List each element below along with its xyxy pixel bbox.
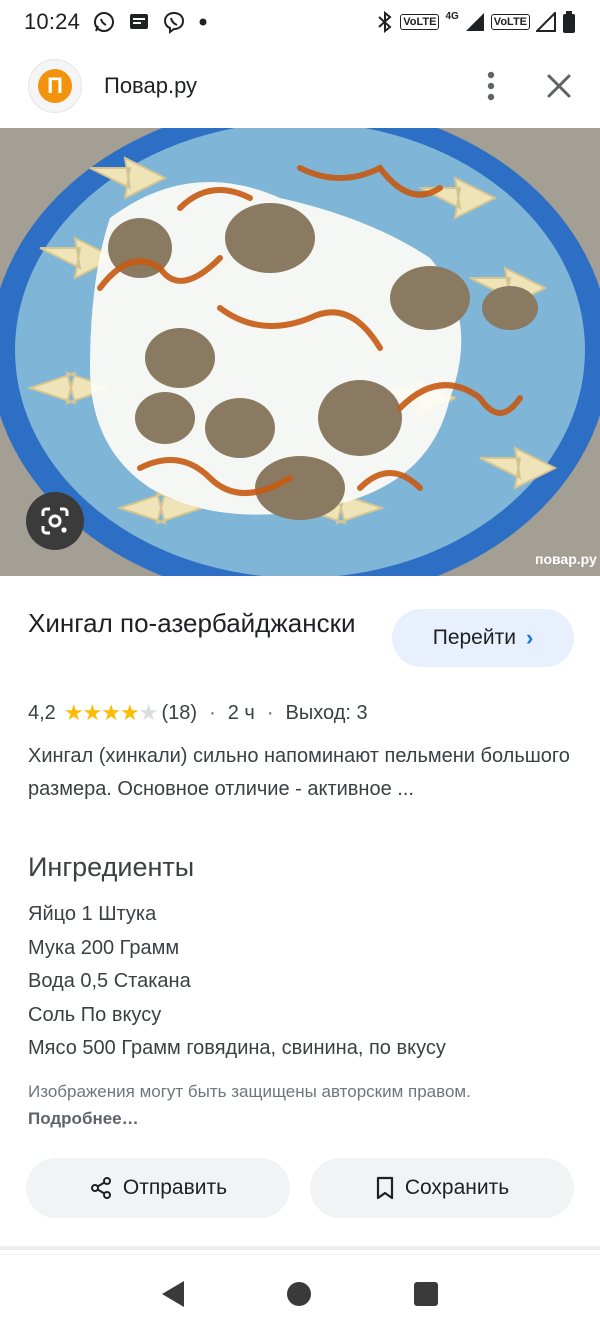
star-icon: ★ [82,700,103,725]
star-icon: ★ [138,700,159,725]
chevron-right-icon: › [525,625,534,650]
ingredients-list: Яйцо 1 Штука Мука 200 Грамм Вода 0,5 Ста… [28,898,446,1066]
signal-icon-2 [536,12,556,32]
save-button[interactable]: Сохранить [310,1158,574,1218]
ingredients-heading: Ингредиенты [28,852,195,882]
page-header: П Повар.ру [0,44,600,128]
rating-stars: ★ ★ ★ ★ ★ [63,700,159,726]
cook-time: 2 ч [227,701,255,724]
recipe-yield: Выход: 3 [285,701,368,724]
signal-icon [465,12,485,32]
rating-value: 4,2 [28,701,56,724]
share-label: Отправить [122,1176,228,1199]
share-button[interactable]: Отправить [26,1158,290,1218]
volte-badge-2: VoLTE [490,14,530,30]
bluetooth-icon [376,11,394,33]
recipe-title: Хингал по-азербайджански [28,608,356,638]
ingredient-item: Яйцо 1 Штука [28,903,157,925]
message-icon [128,11,150,33]
back-icon[interactable] [161,1280,184,1307]
google-lens-button[interactable] [26,492,84,550]
dot-icon [198,17,208,27]
star-icon: ★ [63,700,84,725]
close-icon[interactable] [546,73,572,99]
star-icon: ★ [120,700,140,725]
ingredient-item: Мясо 500 Грамм говядина, свинина, по вку… [28,1037,446,1059]
volte-badge: VoLTE [400,14,440,30]
rating-row: 4,2 ★ ★ ★ ★ ★ (18) · 2 ч · Выход: 3 [28,700,368,726]
recipe-description: Хингал (хинкали) сильно напоминают пельм… [28,745,570,800]
ingredient-item: Соль По вкусу [28,1003,162,1026]
go-button-label: Перейти [432,626,516,649]
action-buttons: Отправить Сохранить [26,1158,574,1218]
battery-icon [562,10,576,34]
site-logo-letter: П [38,69,72,103]
ingredient-item: Вода 0,5 Стакана [28,970,191,992]
status-time: 10:24 [24,9,81,34]
home-icon[interactable] [286,1281,311,1306]
learn-more-link[interactable]: Подробнее… [28,1109,139,1128]
star-icon: ★ [101,700,121,725]
system-nav-bar [0,1254,600,1332]
network-type: 4G [445,10,459,22]
review-count: (18) [161,701,198,724]
divider [0,1246,600,1250]
bookmark-icon [376,1176,393,1200]
viber-icon [162,10,186,34]
go-button[interactable]: Перейти › [392,609,574,667]
site-logo[interactable]: П [28,59,82,113]
status-bar: 10:24 VoLTE 4G VoLTE [0,0,600,44]
image-watermark: повар.ру [535,551,597,567]
ingredient-item: Мука 200 Грамм [28,936,180,959]
recipe-image[interactable]: повар.ру [0,128,600,576]
google-lens-icon [41,507,69,535]
copyright-text: Изображения могут быть защищены авторски… [28,1082,471,1101]
recents-icon[interactable] [414,1281,439,1306]
save-label: Сохранить [404,1176,510,1199]
site-name[interactable]: Повар.ру [104,73,197,99]
more-vert-icon[interactable] [486,71,496,101]
whatsapp-icon [92,10,116,34]
copyright-notice: Изображения могут быть защищены авторски… [28,1078,548,1132]
share-icon [90,1177,111,1199]
